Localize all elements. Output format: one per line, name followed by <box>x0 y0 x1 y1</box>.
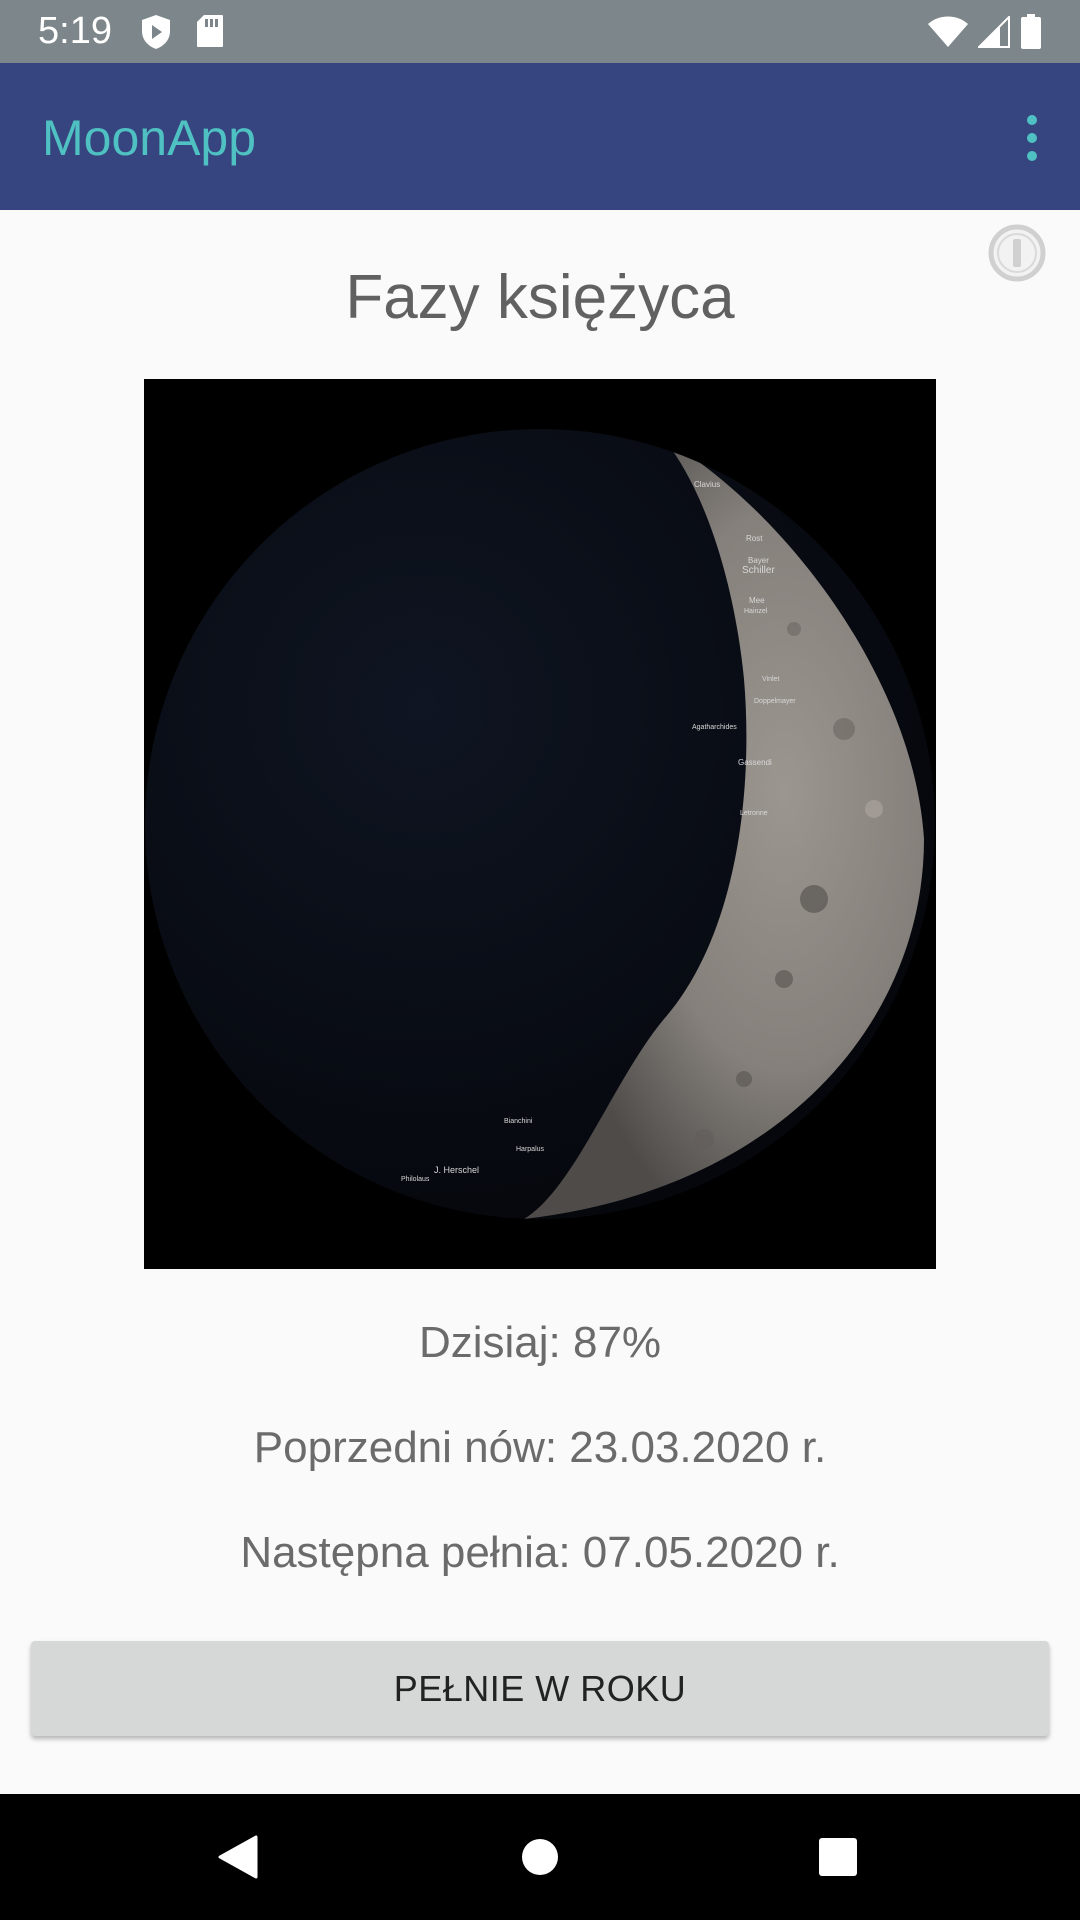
moon-label: Doppelmayer <box>754 698 796 705</box>
home-icon[interactable] <box>480 1794 600 1920</box>
moon-label: Letronne <box>740 810 768 817</box>
page-title: Fazy księżyca <box>345 263 735 332</box>
app-bar: MoonApp <box>0 63 1080 210</box>
full-moons-in-year-button[interactable]: PEŁNIE W ROKU <box>31 1641 1049 1736</box>
moon-label: Harpalus <box>516 1146 545 1153</box>
moon-label: Mee <box>749 596 765 605</box>
app-title: MoonApp <box>42 110 257 166</box>
signal-icon <box>976 14 1010 53</box>
status-bar: 5:19 <box>0 0 1080 63</box>
moon-label: Bayer <box>748 556 769 565</box>
moon-label: Philolaus <box>401 1176 430 1183</box>
status-time: 5:19 <box>38 10 112 52</box>
today-illumination: Dzisiaj: 87% <box>418 1318 662 1367</box>
moon-label: Gassendi <box>738 758 772 767</box>
moon-label: Clavius <box>694 480 720 489</box>
moon-label: Bianchini <box>504 1118 533 1125</box>
next-full-moon: Następna pełnia: 07.05.2020 r. <box>240 1528 840 1577</box>
moon-label: Hainzel <box>744 608 768 615</box>
previous-new-moon: Poprzedni nów: 23.03.2020 r. <box>253 1423 827 1472</box>
back-icon[interactable] <box>178 1794 298 1920</box>
moon-phase-image: Clavius Rost Bayer Schiller Mee Hainzel … <box>144 379 936 1269</box>
moon-label: Agatharchides <box>692 724 737 731</box>
battery-icon <box>1020 14 1042 55</box>
navigation-bar <box>0 1794 1080 1920</box>
sd-card-icon <box>196 14 224 55</box>
moon-label: J. Herschel <box>434 1165 479 1175</box>
more-vert-icon[interactable] <box>1010 103 1054 173</box>
shield-play-icon <box>140 14 172 55</box>
moon-label: Vinlet <box>762 676 779 683</box>
moon-label: Schiller <box>742 565 775 576</box>
wifi-icon <box>928 16 968 53</box>
moon-label: Rost <box>746 534 763 543</box>
recents-icon[interactable] <box>778 1794 898 1920</box>
